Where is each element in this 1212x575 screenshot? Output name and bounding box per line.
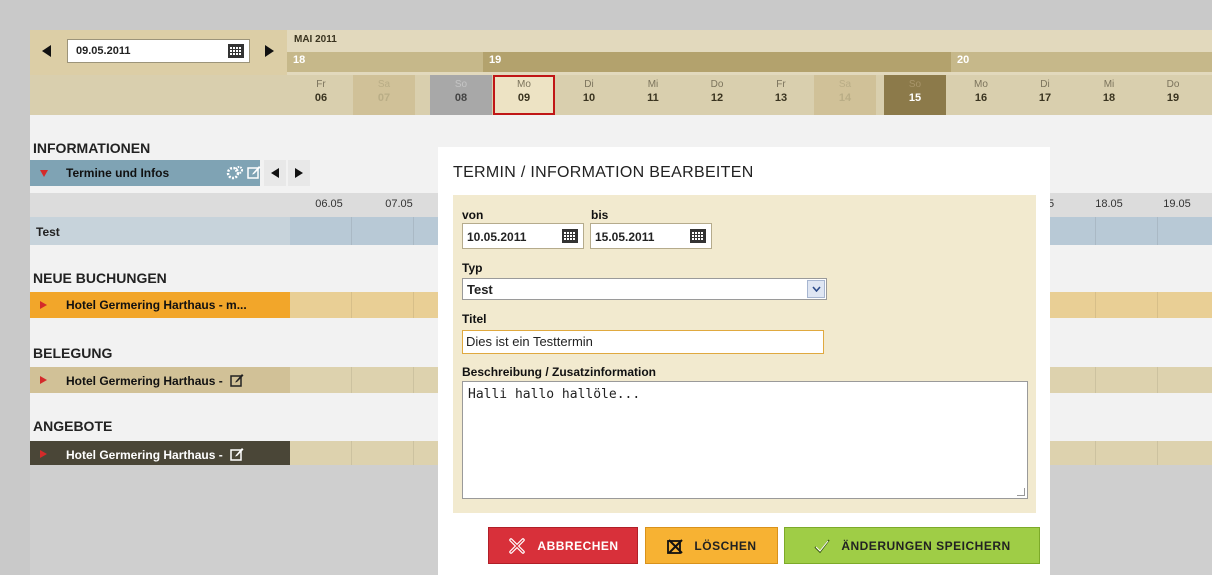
bis-date-input[interactable]: 15.05.2011 [590, 223, 712, 249]
next-week-button[interactable] [288, 160, 310, 186]
form-box: von bis 10.05.2011 15.05.2011 Typ Test T… [453, 195, 1036, 513]
calendar-icon[interactable] [228, 44, 244, 58]
resize-handle[interactable] [1017, 488, 1025, 496]
date-input-value: 09.05.2011 [76, 45, 131, 57]
typ-label: Typ [462, 261, 483, 275]
von-date-input[interactable]: 10.05.2011 [462, 223, 584, 249]
column-header: 06.05 [315, 198, 343, 210]
month-row: MAI 2011 18 19 20 [287, 30, 1212, 75]
titel-input[interactable]: Dies ist ein Testtermin [462, 330, 824, 354]
day-cell-today[interactable]: Mo 09 [493, 75, 555, 115]
column-header: 19.05 [1163, 198, 1191, 210]
close-icon [509, 537, 526, 554]
day-cell[interactable]: Sa 07 [353, 75, 415, 115]
date-input[interactable]: 09.05.2011 [67, 39, 250, 63]
column-header: 07.05 [385, 198, 413, 210]
calendar-icon[interactable] [690, 229, 706, 243]
day-cell[interactable]: Do 12 [686, 75, 748, 115]
day-cell[interactable]: So 15 [884, 75, 946, 115]
calendar-header: 09.05.2011 MAI 2011 18 19 20 Fr 06 Sa 07 S… [30, 30, 1212, 115]
neue-buchungen-item[interactable]: Hotel Germering Harthaus - m... [30, 292, 290, 318]
calendar-nav: 09.05.2011 [30, 30, 287, 75]
beschreibung-label: Beschreibung / Zusatzinformation [462, 365, 657, 379]
arrow-right-icon [265, 45, 274, 57]
edit-icon[interactable] [247, 165, 261, 179]
expand-icon[interactable] [40, 376, 47, 384]
expand-icon[interactable] [40, 450, 47, 458]
calendar-icon[interactable] [562, 229, 578, 243]
delete-button[interactable]: LÖSCHEN [645, 527, 778, 564]
checkmark-icon [814, 539, 830, 553]
day-cell[interactable]: Mi 18 [1078, 75, 1140, 115]
day-cell[interactable]: Di 10 [558, 75, 620, 115]
expand-icon[interactable] [40, 301, 47, 309]
day-cell[interactable]: So 08 [430, 75, 492, 115]
day-cell[interactable]: Sa 14 [814, 75, 876, 115]
angebote-item[interactable]: Hotel Germering Harthaus - [30, 441, 290, 467]
week-19: 19 [483, 52, 951, 72]
delete-icon [667, 538, 684, 554]
prev-date-button[interactable] [36, 40, 58, 62]
chevron-down-icon[interactable] [807, 280, 825, 298]
day-cell[interactable]: Do 19 [1142, 75, 1204, 115]
top-strip [0, 0, 1212, 30]
week-20: 20 [951, 52, 1212, 72]
section-title-informationen: INFORMATIONEN [33, 140, 151, 156]
edit-icon[interactable] [230, 447, 244, 461]
section-title-belegung: BELEGUNG [33, 345, 113, 361]
edit-appointment-dialog: TERMIN / INFORMATION BEARBEITEN von bis … [438, 147, 1050, 575]
section-title-neue-buchungen: NEUE BUCHUNGEN [33, 270, 167, 286]
prev-week-button[interactable] [264, 160, 286, 186]
day-cell[interactable]: Fr 13 [750, 75, 812, 115]
column-header: 18.05 [1095, 198, 1123, 210]
belegung-item[interactable]: Hotel Germering Harthaus - [30, 367, 290, 393]
titel-label: Titel [462, 312, 487, 326]
dialog-title: TERMIN / INFORMATION BEARBEITEN [453, 164, 754, 181]
week-18: 18 [287, 52, 483, 72]
termine-label: Termine und Infos [66, 166, 170, 180]
day-cell[interactable]: Mo 16 [950, 75, 1012, 115]
month-label: MAI 2011 [294, 34, 337, 45]
arrow-left-icon [271, 168, 279, 178]
typ-select[interactable]: Test [462, 278, 827, 300]
section-title-angebote: ANGEBOTE [33, 418, 113, 434]
arrow-left-icon [42, 45, 51, 57]
settings-icon[interactable] [226, 165, 244, 181]
beschreibung-textarea[interactable]: Halli hallo hallöle... [462, 381, 1028, 499]
test-row-label: Test [30, 217, 290, 245]
next-date-button[interactable] [258, 40, 280, 62]
save-changes-button[interactable]: ÄNDERUNGEN SPEICHERN [784, 527, 1040, 564]
von-label: von [462, 208, 484, 222]
bis-label: bis [591, 208, 609, 222]
day-cell[interactable]: Fr 06 [290, 75, 352, 115]
arrow-right-icon [295, 168, 303, 178]
day-cell[interactable]: Mi 11 [622, 75, 684, 115]
day-strip: Fr 06 Sa 07 So 08 Mo 09 Di 10 Mi 11 Do 12 Fr 13 … [30, 75, 1212, 115]
collapse-icon[interactable] [40, 170, 48, 177]
cancel-button[interactable]: ABBRECHEN [488, 527, 638, 564]
day-cell[interactable]: Di 17 [1014, 75, 1076, 115]
edit-icon[interactable] [230, 373, 244, 387]
